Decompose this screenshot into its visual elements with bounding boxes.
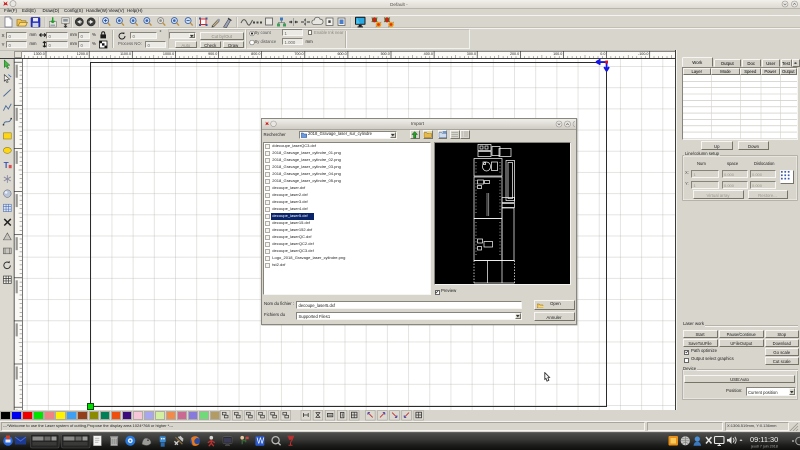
svg-text:200.0: 200.0	[510, 52, 519, 56]
svg-text:800.0: 800.0	[251, 52, 260, 56]
svg-text:-100.0: -100.0	[638, 52, 648, 56]
svg-text:400.0: 400.0	[424, 52, 433, 56]
svg-text:W: W	[257, 437, 265, 446]
svg-text:1000.0: 1000.0	[163, 52, 174, 56]
svg-text:jeudi 7 juin 2018: jeudi 7 juin 2018	[750, 444, 778, 448]
svg-text:0.0: 0.0	[600, 52, 605, 56]
svg-text:T: T	[3, 161, 8, 170]
svg-text:100.0: 100.0	[553, 52, 562, 56]
svg-text:09:11:30: 09:11:30	[750, 435, 778, 444]
svg-text:900.0: 900.0	[208, 52, 217, 56]
svg-text:700.0: 700.0	[294, 52, 303, 56]
svg-text:1300.0: 1300.0	[34, 52, 45, 56]
svg-text:1200.0: 1200.0	[77, 52, 88, 56]
svg-text:600.0: 600.0	[337, 52, 346, 56]
svg-text:300.0: 300.0	[467, 52, 476, 56]
svg-text:1100.0: 1100.0	[120, 52, 131, 56]
svg-text:500.0: 500.0	[381, 52, 390, 56]
